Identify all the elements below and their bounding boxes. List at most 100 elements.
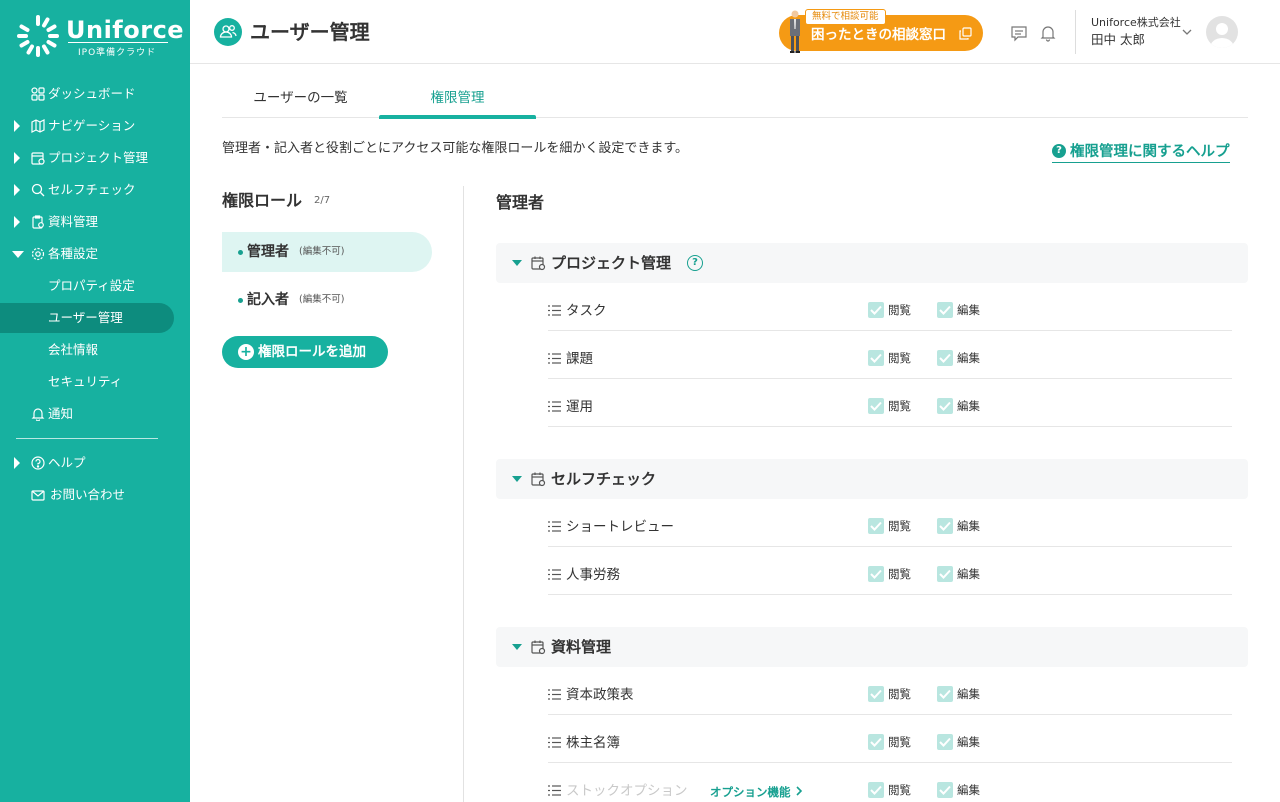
sidebar-item-user-management[interactable]: ユーザー管理 (0, 302, 190, 334)
avatar[interactable] (1206, 16, 1238, 48)
section-documents[interactable]: 資料管理 (496, 627, 1248, 667)
logo-mark-icon (17, 15, 59, 57)
section-project-management[interactable]: プロジェクト管理 ? (496, 243, 1248, 283)
sidebar-item-company-info[interactable]: 会社情報 (0, 334, 190, 366)
edit-label: 編集 (957, 567, 980, 581)
permission-row-capital-policy: 資本政策表 閲覧 編集 (548, 671, 1232, 715)
sidebar-item-label: お問い合わせ (50, 487, 126, 502)
caret-right-icon (14, 152, 20, 164)
permission-row-operation: 運用 閲覧 編集 (548, 383, 1232, 427)
edit-label: 編集 (957, 303, 980, 317)
caret-down-icon (512, 476, 522, 482)
sidebar-item-selfcheck[interactable]: セルフチェック (0, 174, 190, 206)
sidebar-item-label: ダッシュボード (48, 86, 136, 101)
view-label: 閲覧 (888, 303, 911, 317)
caret-down-icon (512, 644, 522, 650)
view-checkbox[interactable] (868, 734, 884, 750)
permission-help-link[interactable]: ? 権限管理に関するヘルプ (1052, 139, 1230, 163)
section-name: プロジェクト管理 (551, 254, 672, 272)
gear-icon (31, 247, 45, 261)
view-checkbox[interactable] (868, 518, 884, 534)
permission-label: 資本政策表 (566, 687, 634, 703)
sidebar-item-notifications[interactable]: 通知 (0, 398, 190, 430)
sidebar-item-security[interactable]: セキュリティ (0, 366, 190, 398)
view-label: 閲覧 (888, 399, 911, 413)
option-feature-link[interactable]: オプション機能 (710, 784, 803, 800)
permission-label: 人事労務 (566, 567, 620, 583)
edit-checkbox[interactable] (937, 302, 953, 318)
view-checkbox[interactable] (868, 686, 884, 702)
view-checkbox[interactable] (868, 566, 884, 582)
tab-bar: ユーザーの一覧 権限管理 (222, 84, 1248, 119)
sidebar-item-settings[interactable]: 各種設定 (0, 238, 190, 270)
uniforce-logo[interactable]: Uniforce IPO準備クラウド (16, 14, 184, 60)
consultation-button[interactable]: 無料で相談可能 困ったときの相談窓口 (779, 9, 983, 53)
user-name: 田中 太郎 (1091, 32, 1145, 47)
edit-checkbox[interactable] (937, 566, 953, 582)
roles-title: 権限ロール (222, 191, 303, 210)
page-title: ユーザー管理 (250, 20, 370, 44)
sidebar-item-property-settings[interactable]: プロパティ設定 (0, 270, 190, 302)
edit-checkbox[interactable] (937, 518, 953, 534)
sidebar-item-navigation[interactable]: ナビゲーション (0, 110, 190, 142)
edit-checkbox[interactable] (937, 686, 953, 702)
role-item-admin[interactable]: 管理者 (編集不可) (222, 232, 432, 272)
view-label: 閲覧 (888, 687, 911, 701)
view-label: 閲覧 (888, 735, 911, 749)
sidebar-item-contact[interactable]: お問い合わせ (0, 479, 190, 511)
edit-checkbox[interactable] (937, 350, 953, 366)
list-icon (548, 737, 561, 748)
help-link-label: 権限管理に関するヘルプ (1070, 144, 1230, 160)
header-separator (1075, 10, 1076, 54)
dashboard-icon (31, 87, 45, 101)
map-icon (31, 119, 45, 133)
tab-permission-management[interactable]: 権限管理 (379, 84, 536, 119)
list-icon (548, 521, 561, 532)
view-checkbox[interactable] (868, 350, 884, 366)
panel-divider (463, 186, 464, 802)
edit-checkbox[interactable] (937, 734, 953, 750)
bell-icon (31, 408, 45, 421)
edit-label: 編集 (957, 399, 980, 413)
sidebar-item-project[interactable]: プロジェクト管理 (0, 142, 190, 174)
mail-icon (31, 490, 45, 501)
view-checkbox[interactable] (868, 398, 884, 414)
page-description: 管理者・記入者と役割ごとにアクセス可能な権限ロールを細かく設定できます。 (222, 141, 689, 156)
caret-down-icon (512, 260, 522, 266)
calendar-icon (531, 640, 546, 655)
section-self-check[interactable]: セルフチェック (496, 459, 1248, 499)
tab-user-list[interactable]: ユーザーの一覧 (222, 84, 379, 118)
external-window-icon (959, 27, 972, 40)
sidebar-item-dashboard[interactable]: ダッシュボード (0, 78, 190, 110)
sidebar-item-label: セルフチェック (48, 182, 136, 197)
help-circle-icon[interactable]: ? (687, 255, 703, 271)
page-header: ユーザー管理 無料で相談可能 困ったときの相談窓口 Uniforce株式会社 田… (190, 0, 1280, 64)
view-checkbox[interactable] (868, 782, 884, 798)
permission-row-shareholder-register: 株主名簿 閲覧 編集 (548, 719, 1232, 763)
edit-checkbox[interactable] (937, 782, 953, 798)
sidebar-item-documents[interactable]: 資料管理 (0, 206, 190, 238)
calendar-icon (531, 472, 546, 487)
sidebar-item-label: セキュリティ (48, 374, 123, 389)
chat-icon[interactable] (1010, 24, 1028, 42)
view-checkbox[interactable] (868, 302, 884, 318)
edit-label: 編集 (957, 519, 980, 533)
chevron-down-icon[interactable] (1181, 26, 1193, 38)
add-role-button[interactable]: + 権限ロールを追加 (222, 336, 388, 368)
sidebar-item-label: ナビゲーション (48, 118, 136, 133)
permission-label: タスク (566, 303, 607, 319)
permission-label: 課題 (566, 351, 593, 367)
edit-checkbox[interactable] (937, 398, 953, 414)
edit-label: 編集 (957, 687, 980, 701)
list-icon (548, 401, 561, 412)
role-item-editor[interactable]: 記入者 (編集不可) (222, 280, 432, 320)
bell-icon[interactable] (1039, 24, 1057, 42)
sidebar-nav: ダッシュボード ナビゲーション プロジェクト管理 セルフチェック 資料管理 各種… (0, 78, 190, 511)
section-name: セルフチェック (551, 470, 657, 488)
sidebar-item-label: 各種設定 (48, 246, 99, 261)
role-name: 記入者 (247, 292, 289, 308)
sidebar-item-label: 資料管理 (48, 214, 99, 229)
permission-row-issue: 課題 閲覧 編集 (548, 335, 1232, 379)
permission-row-task: タスク 閲覧 編集 (548, 287, 1232, 331)
sidebar-item-help[interactable]: ヘルプ (0, 447, 190, 479)
